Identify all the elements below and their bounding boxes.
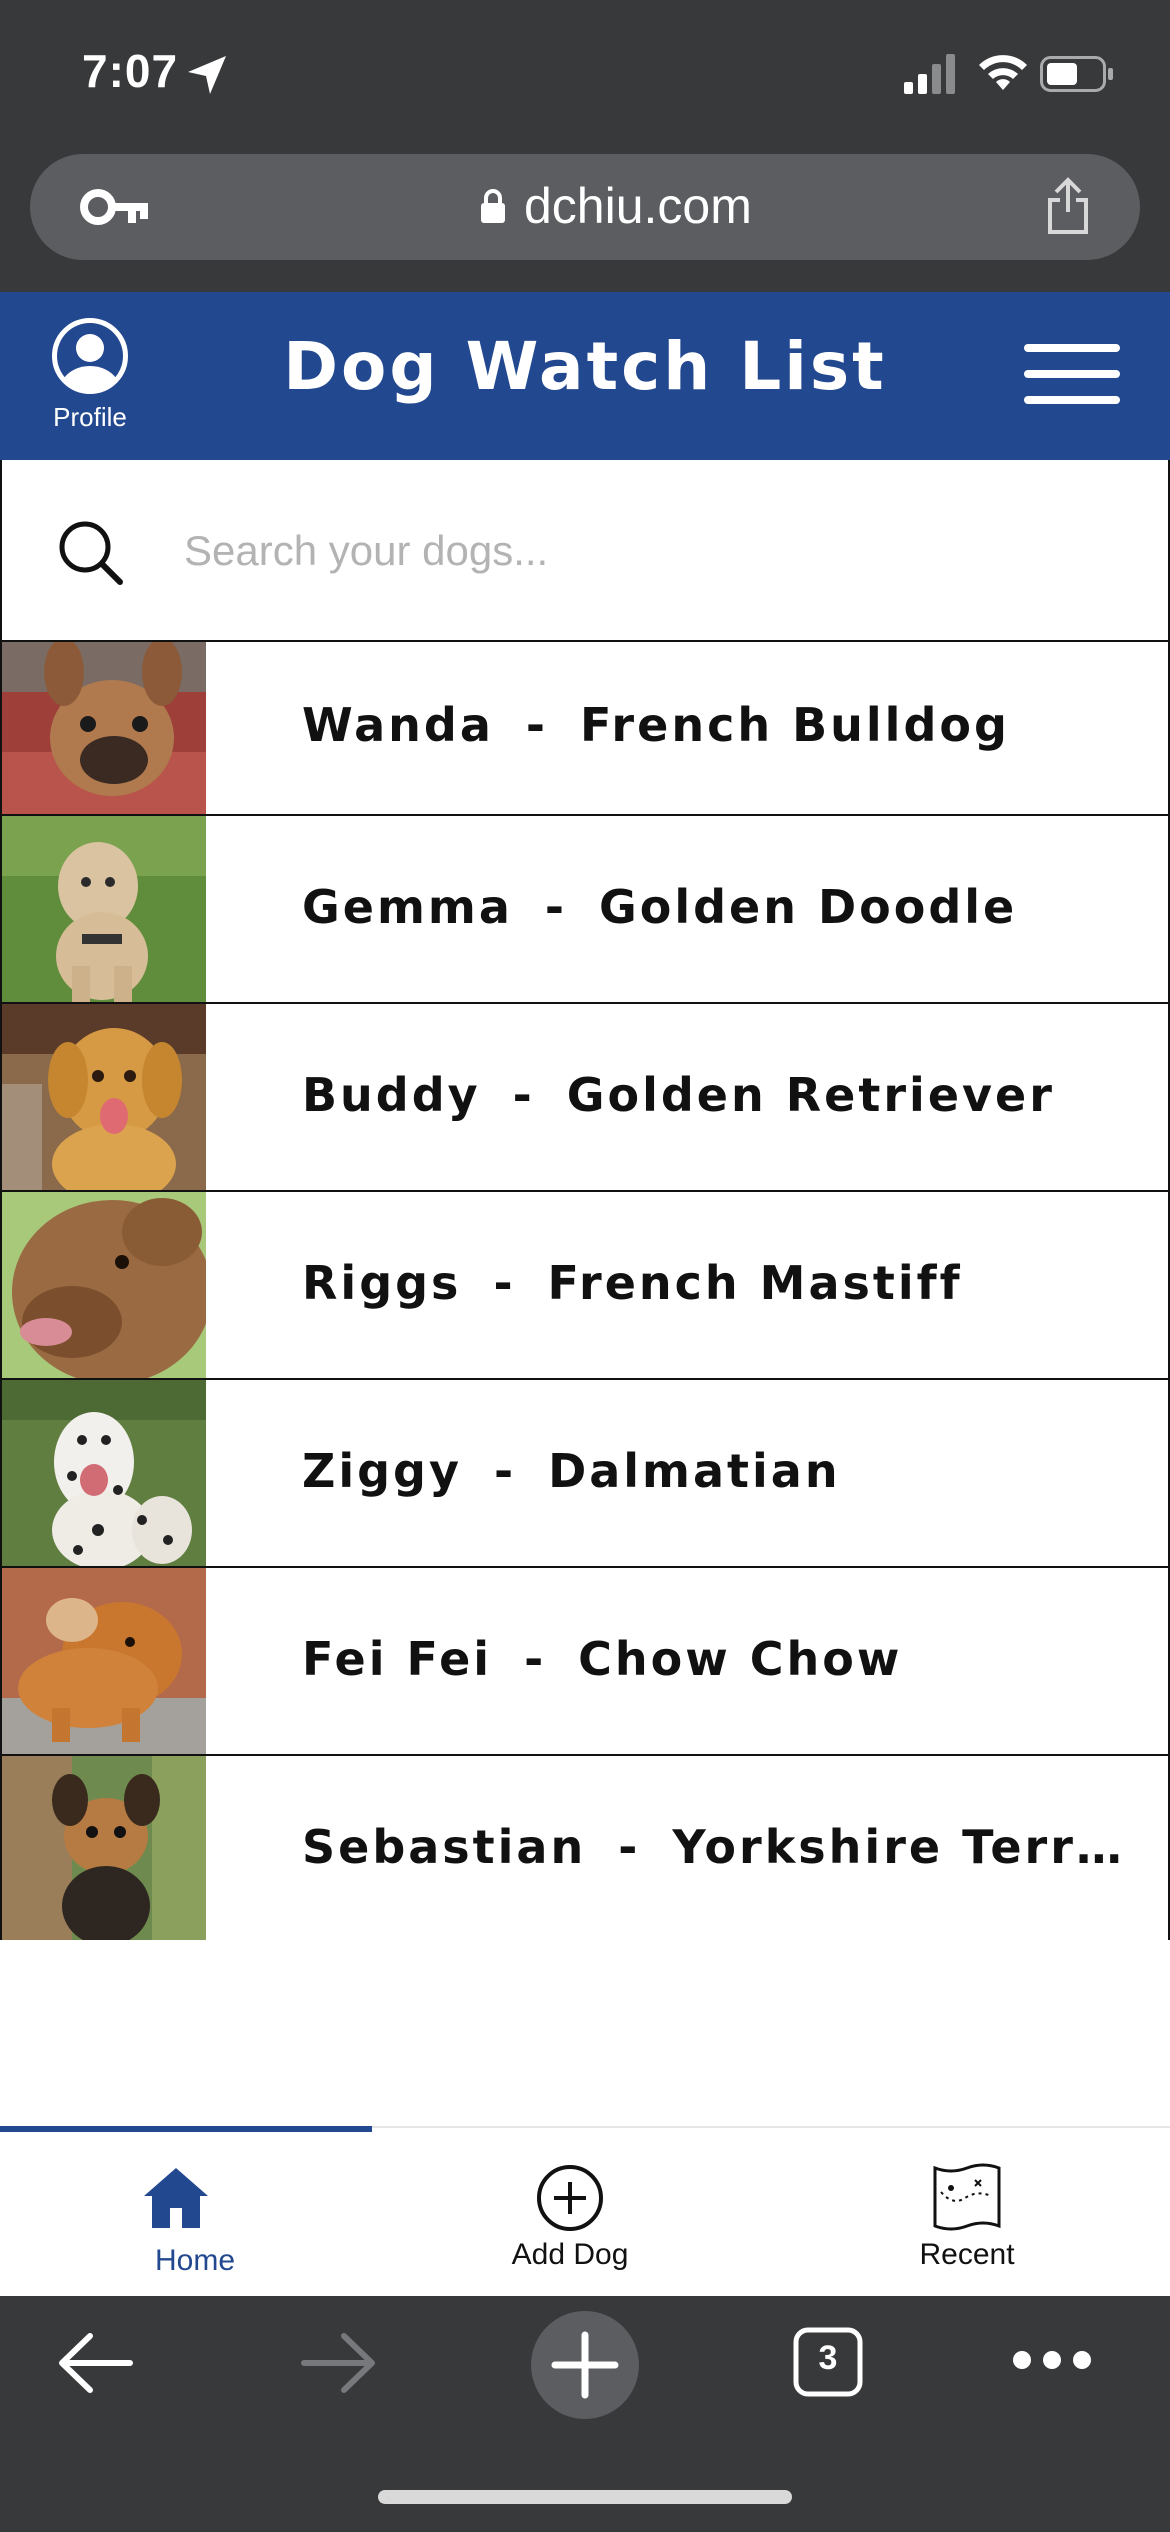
- dog-list-item[interactable]: Sebastian - Yorkshire Terr…: [0, 1756, 1170, 1940]
- dog-list-item[interactable]: Ziggy - Dalmatian: [0, 1380, 1170, 1568]
- add-circle-icon: [537, 2165, 603, 2231]
- dog-list-item[interactable]: Wanda - French Bulldog: [0, 642, 1170, 816]
- dog-breed: French Mastiff: [547, 1256, 963, 1310]
- profile-label: Profile: [53, 402, 127, 432]
- dog-breed: French Bulldog: [579, 698, 1010, 752]
- dog-name: Gemma: [302, 880, 513, 934]
- more-options-icon[interactable]: [1010, 2342, 1094, 2378]
- new-tab-icon[interactable]: [530, 2310, 640, 2420]
- tabs-button[interactable]: 3: [792, 2326, 864, 2398]
- tab-home[interactable]: Home: [0, 2128, 390, 2298]
- share-icon[interactable]: [1044, 176, 1092, 236]
- dog-photo: [2, 642, 206, 814]
- dog-list-item[interactable]: Gemma - Golden Doodle: [0, 816, 1170, 1004]
- home-indicator: [378, 2490, 792, 2504]
- dog-name: Ziggy: [302, 1444, 462, 1498]
- dog-breed: Chow Chow: [578, 1632, 903, 1686]
- tab-recent-label: Recent: [919, 2238, 1015, 2271]
- dog-separator: -: [525, 698, 548, 752]
- address-bar[interactable]: dchiu.com: [30, 154, 1140, 260]
- back-arrow-icon[interactable]: [56, 2328, 136, 2398]
- dog-name: Sebastian: [302, 1820, 587, 1874]
- dog-name: Fei Fei: [302, 1632, 493, 1686]
- dog-separator: -: [618, 1820, 641, 1874]
- dog-separator: -: [493, 1256, 516, 1310]
- dog-photo: [2, 1192, 206, 1378]
- tab-count: 3: [818, 2339, 838, 2377]
- dog-breed: Dalmatian: [548, 1444, 841, 1498]
- search-bar: [0, 460, 1170, 642]
- home-icon: [144, 2168, 208, 2228]
- tab-home-label: Home: [154, 2244, 236, 2277]
- map-icon: [933, 2163, 1001, 2231]
- cellular-signal-icon: [904, 54, 955, 94]
- dog-list-item[interactable]: Riggs - French Mastiff: [0, 1192, 1170, 1380]
- dog-photo: [2, 1756, 206, 1940]
- app-header: Profile Dog Watch List: [0, 292, 1170, 460]
- dog-name: Wanda: [302, 698, 494, 752]
- dog-breed: Golden Retriever: [566, 1068, 1055, 1122]
- dog-photo: [2, 1380, 206, 1566]
- dog-list: Wanda - French Bulldog Gemma - Golden Doodle: [0, 642, 1170, 1940]
- search-icon[interactable]: [56, 518, 126, 588]
- key-icon[interactable]: [80, 184, 150, 230]
- profile-avatar-icon: [52, 318, 128, 394]
- bottom-tab-bar: Home Add Dog Recent: [0, 2126, 1170, 2298]
- page-title: Dog Watch List: [283, 328, 887, 405]
- dog-list-item[interactable]: Buddy - Golden Retriever: [0, 1004, 1170, 1192]
- tab-recent[interactable]: Recent: [772, 2128, 1162, 2298]
- dog-list-item[interactable]: Fei Fei - Chow Chow: [0, 1568, 1170, 1756]
- dog-breed: Yorkshire Terr…: [672, 1820, 1125, 1874]
- dog-name: Buddy: [302, 1068, 481, 1122]
- dog-separator: -: [493, 1444, 517, 1498]
- url-text: dchiu.com: [524, 178, 752, 234]
- dog-photo: [2, 1568, 206, 1754]
- status-bar: 7:07: [0, 0, 1170, 140]
- dog-name: Riggs: [302, 1256, 462, 1310]
- tab-add-dog-label: Add Dog: [511, 2238, 629, 2271]
- dog-separator: -: [524, 1632, 547, 1686]
- tab-add-dog[interactable]: Add Dog: [375, 2128, 765, 2298]
- battery-icon: [1040, 56, 1113, 92]
- status-time: 7:07: [82, 45, 179, 97]
- dog-photo: [2, 1004, 206, 1190]
- location-arrow-icon: [188, 56, 226, 94]
- profile-button[interactable]: Profile: [40, 316, 140, 446]
- lock-icon: [481, 189, 505, 223]
- dog-photo: [2, 816, 206, 1002]
- wifi-icon: [979, 55, 1027, 90]
- dog-breed: Golden Doodle: [598, 880, 1018, 934]
- hamburger-menu-icon[interactable]: [1024, 342, 1124, 410]
- search-input[interactable]: [182, 510, 1086, 592]
- dog-separator: -: [544, 880, 567, 934]
- forward-arrow-icon[interactable]: [298, 2328, 378, 2398]
- dog-separator: -: [512, 1068, 535, 1122]
- browser-chrome: 7:07 dchiu.com: [0, 0, 1170, 292]
